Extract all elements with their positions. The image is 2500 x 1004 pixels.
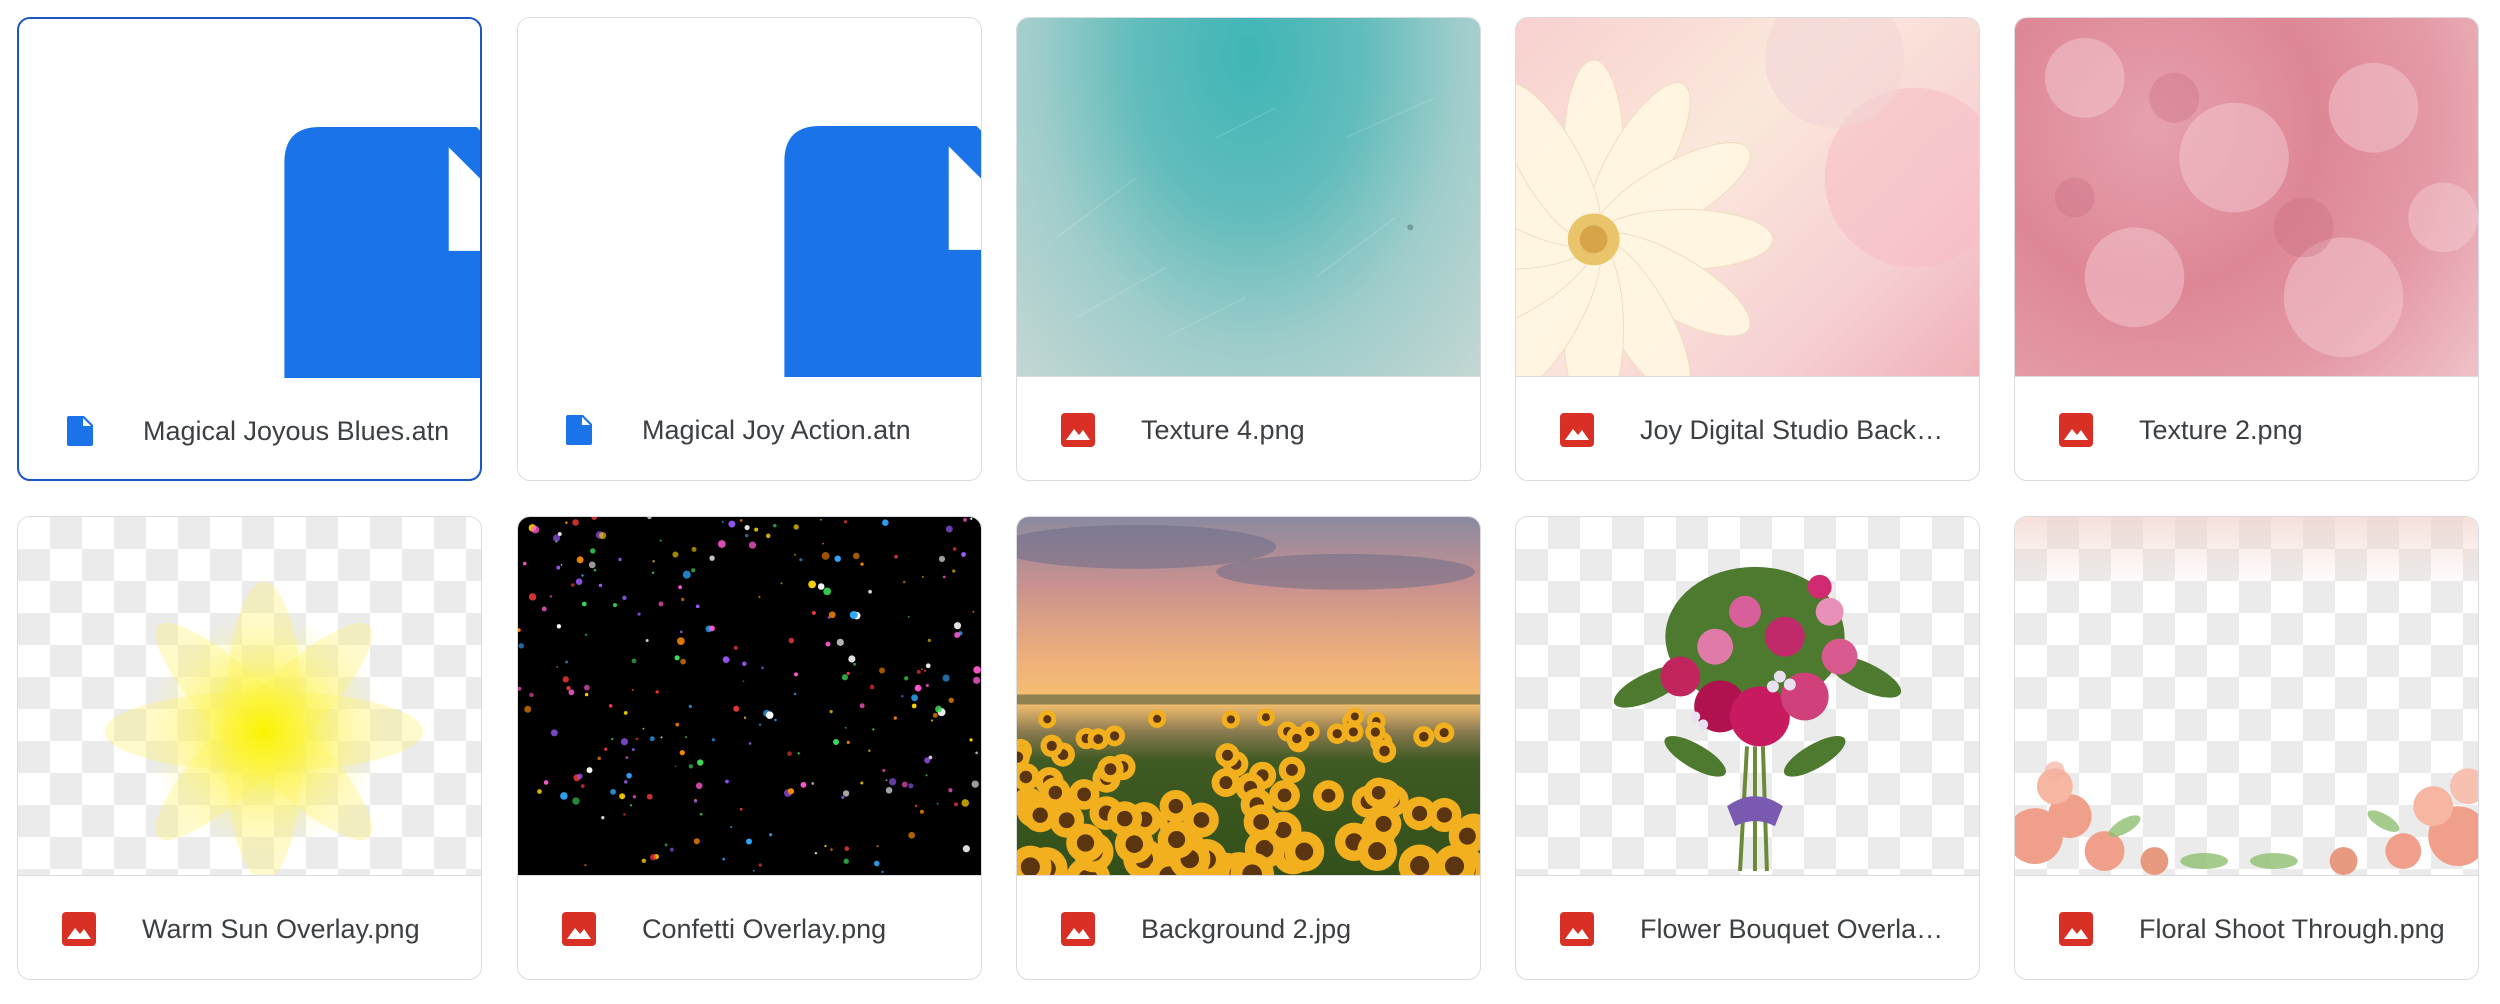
file-name: Flower Bouquet Overlay.png xyxy=(1640,914,1949,944)
file-card[interactable]: Floral Shoot Through.png xyxy=(2014,516,2479,980)
floral-border-preview-image xyxy=(2015,517,2478,875)
file-card[interactable]: Joy Digital Studio Backdrop.png xyxy=(1515,17,1980,481)
file-name: Floral Shoot Through.png xyxy=(2139,914,2445,944)
document-icon xyxy=(566,415,592,445)
bouquet-preview-image xyxy=(1613,566,1902,872)
image-icon xyxy=(2059,912,2093,946)
file-name: Joy Digital Studio Backdrop.png xyxy=(1640,415,1949,445)
image-icon xyxy=(62,912,96,946)
file-preview xyxy=(2015,517,2478,876)
file-preview xyxy=(18,517,481,876)
file-name: Background 2.jpg xyxy=(1141,914,1352,944)
image-icon xyxy=(1061,912,1095,946)
file-name: Warm Sun Overlay.png xyxy=(142,914,420,944)
file-name: Magical Joyous Blues.atn xyxy=(143,416,450,446)
file-card[interactable]: Texture 2.png xyxy=(2014,17,2479,481)
file-preview xyxy=(1017,18,1480,377)
file-name: Confetti Overlay.png xyxy=(642,914,887,944)
sunflower-preview-image xyxy=(1017,524,1480,875)
file-card[interactable]: Confetti Overlay.png xyxy=(517,516,982,980)
file-name: Texture 4.png xyxy=(1141,415,1305,445)
file-preview xyxy=(1516,517,1979,876)
file-card[interactable]: Magical Joyous Blues.atn xyxy=(17,17,482,481)
file-card[interactable]: Magical Joy Action.atn xyxy=(517,17,982,481)
image-icon xyxy=(1560,413,1594,447)
image-icon xyxy=(1061,413,1095,447)
file-name: Magical Joy Action.atn xyxy=(642,415,911,445)
image-icon xyxy=(2059,413,2093,447)
sun-overlay-preview-image xyxy=(104,581,424,875)
texture-preview-image xyxy=(2044,37,2478,358)
file-card[interactable]: Warm Sun Overlay.png xyxy=(17,516,482,980)
image-icon xyxy=(562,912,596,946)
confetti-preview-image xyxy=(518,517,981,874)
document-icon xyxy=(784,126,981,377)
file-card[interactable]: Texture 4.png xyxy=(1016,17,1481,481)
file-preview xyxy=(2015,18,2478,377)
file-preview xyxy=(518,517,981,876)
file-card[interactable]: Background 2.jpg xyxy=(1016,516,1481,980)
file-card[interactable]: Flower Bouquet Overlay.png xyxy=(1515,516,1980,980)
file-preview xyxy=(518,18,981,377)
document-icon xyxy=(284,127,480,378)
file-preview xyxy=(1017,517,1480,876)
document-icon xyxy=(67,416,93,446)
texture-preview-image xyxy=(1056,97,1436,338)
file-preview xyxy=(1516,18,1979,377)
file-preview xyxy=(19,19,480,378)
file-name: Texture 2.png xyxy=(2139,415,2303,445)
image-icon xyxy=(1560,912,1594,946)
flower-preview-image xyxy=(1516,18,1979,376)
